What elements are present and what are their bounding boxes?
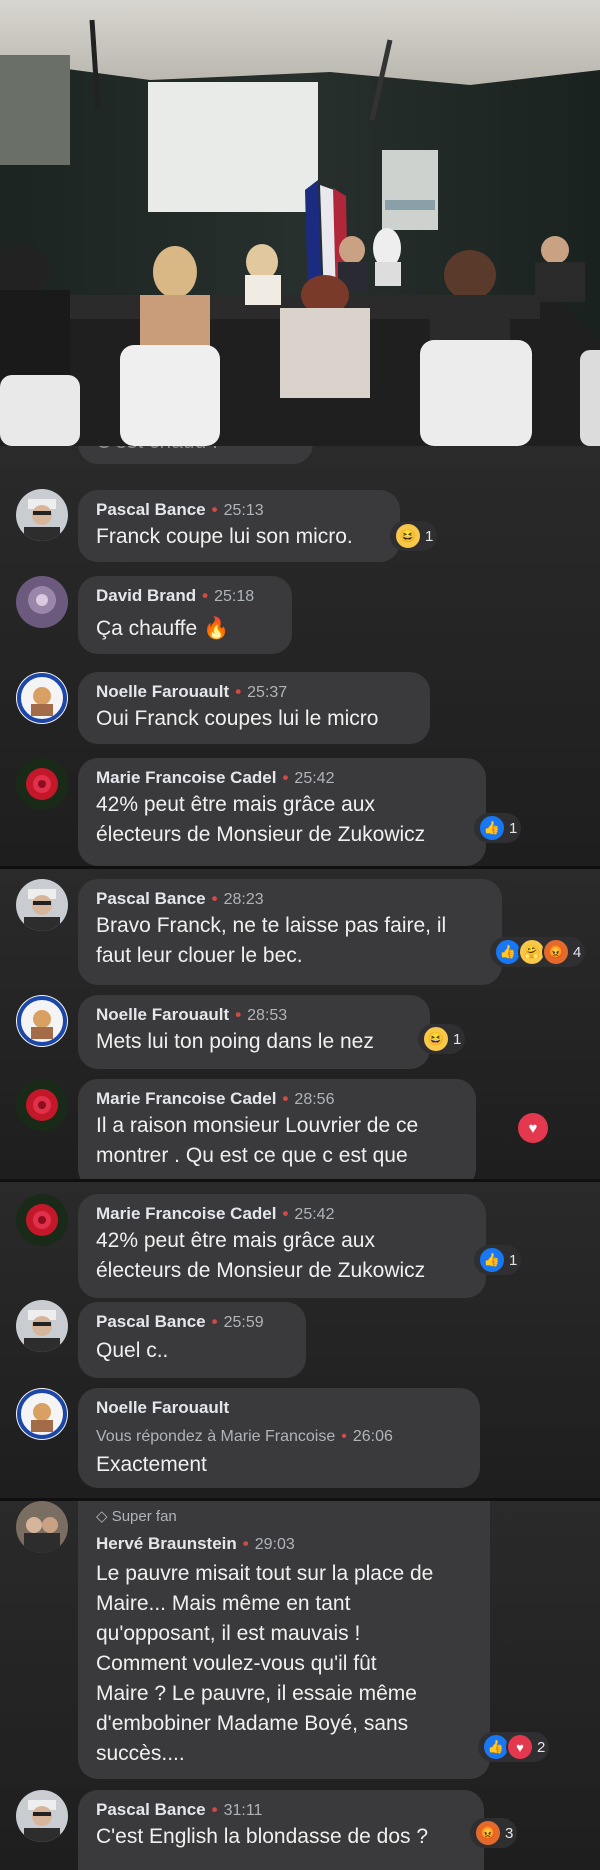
comment-bubble[interactable]: Pascal Bance • 28:23 Bravo Franck, ne te l… <box>78 879 502 985</box>
comment-time: 28:53 <box>247 1007 288 1024</box>
comment-text: Franck coupe lui son micro. <box>96 525 353 548</box>
comment-bubble[interactable]: Marie Francoise Cadel • 28:56 Il a raison … <box>78 1079 476 1179</box>
avatar[interactable] <box>16 995 68 1047</box>
comment-bubble[interactable]: Pascal Bance • 25:59 Quel c.. <box>78 1302 306 1378</box>
comment-time: 25:42 <box>294 770 335 787</box>
comment-time: 28:56 <box>294 1091 335 1108</box>
comment-text: C'est chaud ! <box>96 446 218 457</box>
comment-text: Bravo Franck, ne te laisse pas faire, il… <box>96 914 447 967</box>
commenter-name[interactable]: Marie Francoise Cadel <box>96 768 276 787</box>
comment-time: 31:11 <box>223 1802 263 1819</box>
avatar[interactable] <box>16 1300 68 1352</box>
comment-text: 42% peut être mais grâce aux électeurs d… <box>96 793 426 846</box>
commenter-name[interactable]: Pascal Bance <box>96 500 206 519</box>
reaction-summary[interactable]: 😆 1 <box>418 1024 466 1054</box>
avatar[interactable] <box>16 672 68 724</box>
avatar[interactable] <box>16 1194 68 1246</box>
reaction-count: 1 <box>453 1030 462 1048</box>
avatar[interactable] <box>16 1388 68 1440</box>
comment-text: Le pauvre misait tout sur la place de Ma… <box>96 1562 434 1765</box>
reaction-count: 3 <box>505 1824 514 1842</box>
super-fan-badge: ◇ Super fan <box>96 1507 177 1525</box>
angry-emoji-icon: 😡 <box>542 938 570 966</box>
avatar[interactable] <box>16 758 68 810</box>
comment-time: 25:18 <box>214 588 255 605</box>
laugh-emoji-icon: 😆 <box>394 522 422 550</box>
reaction-summary[interactable]: 👍 1 <box>474 813 522 843</box>
avatar[interactable] <box>16 489 68 541</box>
live-video-frame[interactable] <box>0 0 600 446</box>
angry-emoji-icon: 😡 <box>474 1819 502 1847</box>
reaction-count: 1 <box>509 819 518 837</box>
reaction-summary[interactable]: 😆 1 <box>390 521 438 551</box>
commenter-name[interactable]: Pascal Bance <box>96 1800 206 1819</box>
comment-bubble[interactable]: Pascal Bance • 31:11 C'est English la blon… <box>78 1790 484 1870</box>
comment-bubble[interactable]: ◇ Super fan Hervé Braunstein • 29:03 Le pa… <box>78 1501 490 1779</box>
commenter-name[interactable]: Pascal Bance <box>96 889 206 908</box>
comment-text: Ça chauffe 🔥 <box>96 617 230 640</box>
laugh-emoji-icon: 😆 <box>422 1025 450 1053</box>
diamond-icon: ◇ <box>96 1508 112 1525</box>
commenter-name[interactable]: Noelle Farouault <box>96 1005 229 1024</box>
comment-text: C'est English la blondasse de dos ? <box>96 1825 429 1848</box>
comment-text: Oui Franck coupes lui le micro <box>96 707 379 730</box>
thumbs-up-icon: 👍 <box>478 814 506 842</box>
commenter-name[interactable]: Noelle Farouault <box>96 1398 229 1418</box>
badge-label: Super fan <box>111 1508 177 1525</box>
reaction-summary[interactable]: 👍 1 <box>474 1245 522 1275</box>
comment-bubble[interactable]: Marie Francoise Cadel • 25:42 42% peut êtr… <box>78 1194 486 1298</box>
comment-text: 42% peut être mais grâce aux électeurs d… <box>96 1229 426 1282</box>
comment-bubble[interactable]: Noelle Farouault • 28:53 Mets lui ton poin… <box>78 995 430 1069</box>
reaction-count: 4 <box>573 943 582 961</box>
commenter-name[interactable]: Pascal Bance <box>96 1312 206 1331</box>
comment-bubble[interactable]: Noelle Farouault Vous répondez à Marie F… <box>78 1388 480 1488</box>
commenter-name[interactable]: Noelle Farouault <box>96 682 229 701</box>
comment-bubble[interactable]: Pascal Bance • 25:13 Franck coupe lui son … <box>78 490 400 562</box>
comment-text: Mets lui ton poing dans le nez <box>96 1030 374 1053</box>
comment-text: Il a raison monsieur Louvrier de ce mont… <box>96 1114 419 1167</box>
comment-bubble[interactable]: Noelle Farouault • 25:37 Oui Franck coupes… <box>78 672 430 744</box>
avatar[interactable] <box>16 879 68 931</box>
commenter-name[interactable]: David Brand <box>96 586 196 605</box>
heart-icon[interactable]: ♥ <box>518 1113 548 1143</box>
comment-time: 25:59 <box>223 1314 264 1331</box>
comment-text: Quel c.. <box>96 1339 169 1362</box>
commenter-name[interactable]: Hervé Braunstein <box>96 1534 237 1553</box>
comment-bubble[interactable]: David Brand • 25:18 Ça chauffe 🔥 <box>78 576 292 654</box>
avatar[interactable] <box>16 1079 68 1131</box>
thumbs-up-icon: 👍 <box>478 1246 506 1274</box>
reaction-summary[interactable]: 👍 🤗 😡 4 <box>490 937 586 967</box>
reaction-count: 2 <box>537 1738 546 1756</box>
commenter-name[interactable]: Marie Francoise Cadel <box>96 1089 276 1108</box>
reaction-count: 1 <box>425 527 434 545</box>
reaction-summary[interactable]: 😡 3 <box>470 1818 518 1848</box>
avatar[interactable] <box>16 576 68 628</box>
reaction-summary[interactable]: 👍 ♥ 2 <box>478 1732 550 1762</box>
reaction-count: 1 <box>509 1251 518 1269</box>
comment-bubble[interactable]: Marie Francoise Cadel • 25:42 42% peut êtr… <box>78 758 486 866</box>
reply-to-label: Vous répondez à Marie Francoise <box>96 1428 336 1445</box>
comment-time: 25:37 <box>247 684 288 701</box>
comment-time: 25:13 <box>223 502 264 519</box>
comment-time: 28:23 <box>223 891 264 908</box>
heart-icon: ♥ <box>506 1733 534 1761</box>
meeting-room-image <box>0 0 600 446</box>
comment-text: Exactement <box>96 1453 207 1476</box>
avatar[interactable] <box>16 1501 68 1553</box>
comment-time: 25:42 <box>294 1206 335 1223</box>
comment-time: 26:06 <box>352 1428 393 1445</box>
avatar[interactable] <box>16 1790 68 1842</box>
comment-time: 29:03 <box>254 1536 295 1553</box>
commenter-name[interactable]: Marie Francoise Cadel <box>96 1204 276 1223</box>
comment-bubble-partial: C'est chaud ! <box>78 446 313 464</box>
